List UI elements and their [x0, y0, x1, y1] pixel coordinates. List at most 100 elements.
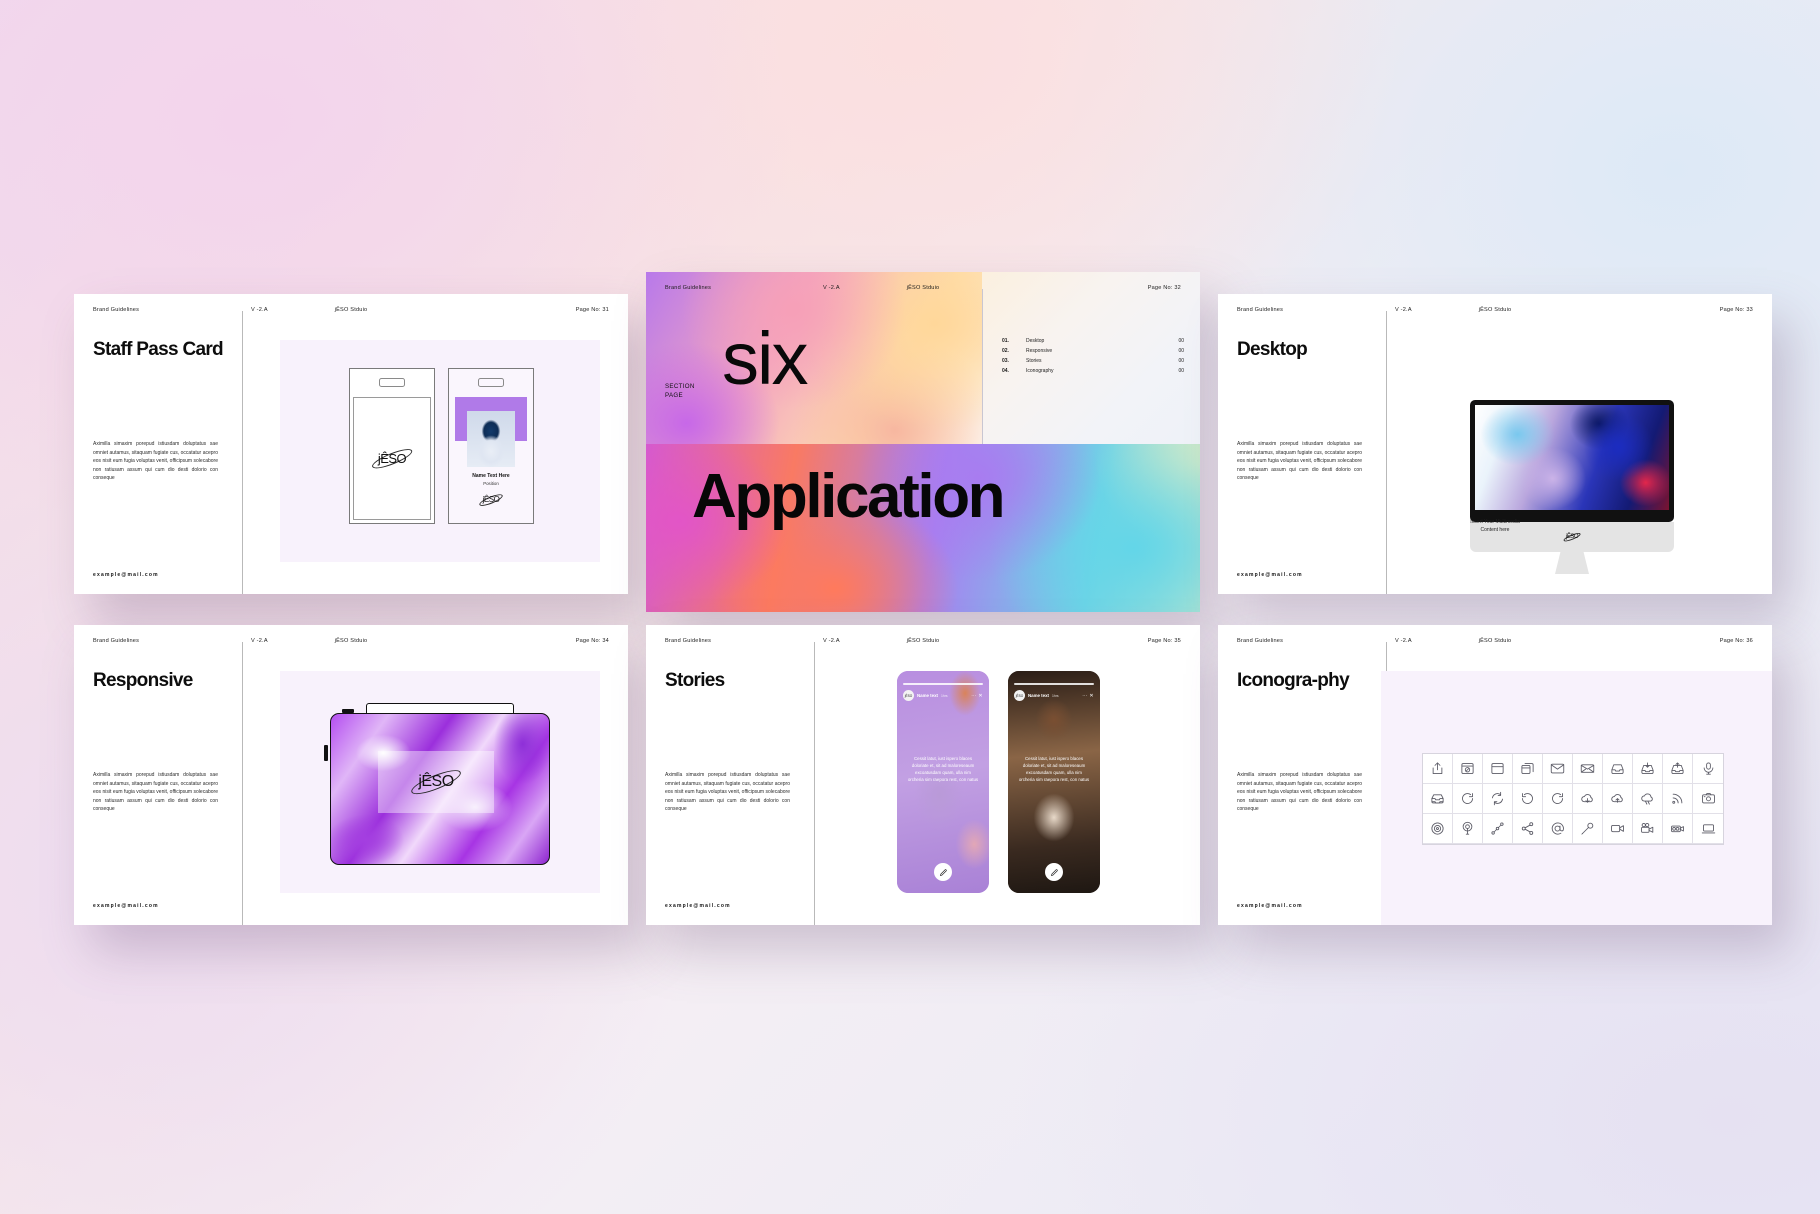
inbox-stack-icon[interactable] — [1423, 784, 1453, 814]
camcorder-icon[interactable] — [1663, 814, 1693, 844]
brand-logo: jÊSO — [1562, 531, 1582, 543]
microphone-icon[interactable] — [1693, 754, 1723, 784]
contact-email: example@mail.com — [1237, 572, 1303, 578]
window-icon[interactable] — [1483, 754, 1513, 784]
page-title: Staff Pass Card — [93, 339, 224, 360]
story-progress-bar — [903, 683, 983, 685]
body-copy: Aximilla simaxim porepud istiusdam dolup… — [1237, 441, 1362, 482]
camera-front-icon[interactable] — [1693, 784, 1723, 814]
story-card[interactable]: jÊSO Name text 1hrs ⋯ ✕ Cessit latut, iu… — [897, 671, 989, 893]
broadcast-icon[interactable] — [1423, 814, 1453, 844]
windows-stack-icon[interactable] — [1513, 754, 1543, 784]
header-page-number: Page No: 32 — [1147, 285, 1181, 291]
inbox-icon[interactable] — [1603, 754, 1633, 784]
film-camera-icon[interactable] — [1633, 814, 1663, 844]
slide-responsive[interactable]: Brand Guidelines V -2.A jÊSO Stduio Page… — [74, 625, 628, 925]
logo-text: jÊSO — [1565, 534, 1579, 540]
caption-line2: Content here — [1480, 527, 1510, 533]
video-camera-icon[interactable] — [1603, 814, 1633, 844]
page-title: Responsive — [93, 670, 193, 691]
inbox-upload-icon[interactable] — [1663, 754, 1693, 784]
toc-row[interactable]: 01. Desktop 00 — [1002, 336, 1184, 346]
slide-header: Brand Guidelines V -2.A jÊSO Stduio Page… — [1218, 294, 1772, 326]
slide-deck: Brand Guidelines V -2.A jÊSO Stduio Page… — [0, 0, 1820, 1214]
story-card[interactable]: jÊSO Name text 1hrs ⋯ ✕ Cessit latut, iu… — [1008, 671, 1100, 893]
header-brand: Brand Guidelines — [93, 307, 140, 313]
header-page-number: Page No: 36 — [1719, 638, 1753, 644]
header-version: V -2.A — [251, 638, 268, 644]
mic-handheld-icon[interactable] — [1573, 814, 1603, 844]
toc-row[interactable]: 02. Responsive 00 — [1002, 346, 1184, 356]
mail-icon[interactable] — [1543, 754, 1573, 784]
slide-iconography[interactable]: Brand Guidelines V -2.A jÊSO Stduio Page… — [1218, 625, 1772, 925]
header-version: V -2.A — [823, 638, 840, 644]
artwork-panel — [280, 340, 600, 562]
cloud-sync-icon[interactable] — [1633, 784, 1663, 814]
laptop-icon[interactable] — [1693, 814, 1723, 844]
staff-pass-front: jÊSO — [349, 368, 435, 524]
toc-row[interactable]: 03. Stories 00 — [1002, 356, 1184, 366]
caption-line1: Insert Your Multimedia — [1470, 519, 1520, 525]
brand-logo: jÊSO — [408, 765, 464, 799]
share-box-icon[interactable] — [1423, 754, 1453, 784]
podcast-icon[interactable] — [1453, 814, 1483, 844]
column-divider — [814, 642, 815, 925]
toc-row[interactable]: 04. Iconography 00 — [1002, 367, 1184, 377]
inbox-download-icon[interactable] — [1633, 754, 1663, 784]
logo-text: jÊSO — [482, 495, 500, 504]
left-column: Staff Pass Card — [93, 339, 224, 361]
monitor-stand — [1555, 552, 1589, 574]
monitor-screen — [1475, 405, 1669, 510]
cloud-upload-icon[interactable] — [1603, 784, 1633, 814]
at-sign-icon[interactable] — [1543, 814, 1573, 844]
lanyard-slot-icon — [379, 378, 405, 387]
cloud-download-icon[interactable] — [1573, 784, 1603, 814]
story-header: jÊSO Name text 1hrs ⋯ ✕ — [1014, 690, 1094, 701]
story-progress-bar — [1014, 683, 1094, 685]
rotate-left-icon[interactable] — [1513, 784, 1543, 814]
toc-number: 02. — [1002, 347, 1009, 354]
pen-icon — [1050, 868, 1058, 876]
refresh-icon[interactable] — [1453, 784, 1483, 814]
header-version: V -2.A — [1395, 307, 1412, 313]
toc-number: 03. — [1002, 357, 1009, 364]
browser-block-icon[interactable] — [1453, 754, 1483, 784]
badge-position: Position — [483, 481, 499, 486]
column-divider — [242, 642, 243, 925]
page-title: Stories — [665, 670, 725, 691]
header-page-number: Page No: 31 — [575, 307, 609, 313]
more-options-icon[interactable]: ⋯ ✕ — [971, 693, 983, 699]
story-action-button[interactable] — [934, 863, 952, 881]
more-options-icon[interactable]: ⋯ ✕ — [1082, 693, 1094, 699]
story-action-button[interactable] — [1045, 863, 1063, 881]
node-path-icon[interactable] — [1483, 814, 1513, 844]
toc-label: Desktop — [1026, 337, 1045, 344]
slide-header: Brand Guidelines V -2.A jÊSO Stduio Page… — [74, 294, 628, 326]
avatar: jÊSO — [1014, 690, 1025, 701]
slide-stories[interactable]: Brand Guidelines V -2.A jÊSO Stduio Page… — [646, 625, 1200, 925]
toc-number: 04. — [1002, 368, 1009, 375]
header-page-number: Page No: 35 — [1147, 638, 1181, 644]
slide-section-page[interactable]: Brand Guidelines V -2.A jÊSO Stduio Page… — [646, 272, 1200, 612]
slide-header: Brand Guidelines V -2.A jÊSO Stduio Page… — [1218, 625, 1772, 657]
sync-icon[interactable] — [1483, 784, 1513, 814]
badge-logo: jÊSO — [449, 489, 533, 508]
toc-label: Iconography — [1026, 368, 1054, 375]
toc-value: 00 — [1178, 368, 1184, 375]
header-page-number: Page No: 34 — [575, 638, 609, 644]
rotate-right-icon[interactable] — [1543, 784, 1573, 814]
left-column: Stories — [665, 670, 795, 692]
table-of-contents: 01. Desktop 00 02. Responsive 00 03. Sto… — [1002, 336, 1184, 377]
left-column: Desktop — [1237, 339, 1367, 361]
header-studio: jÊSO Stduio — [1478, 638, 1512, 644]
header-brand: Brand Guidelines — [665, 638, 712, 644]
slide-staff-pass-card[interactable]: Brand Guidelines V -2.A jÊSO Stduio Page… — [74, 294, 628, 594]
share-nodes-icon[interactable] — [1513, 814, 1543, 844]
story-username: Name text — [917, 693, 938, 698]
rss-icon[interactable] — [1663, 784, 1693, 814]
header-version: V -2.A — [251, 307, 268, 313]
slide-desktop[interactable]: Brand Guidelines V -2.A jÊSO Stduio Page… — [1218, 294, 1772, 594]
mail-open-icon[interactable] — [1573, 754, 1603, 784]
header-brand: Brand Guidelines — [1237, 307, 1284, 313]
slide-header: Brand Guidelines V -2.A jÊSO Stduio Page… — [74, 625, 628, 657]
